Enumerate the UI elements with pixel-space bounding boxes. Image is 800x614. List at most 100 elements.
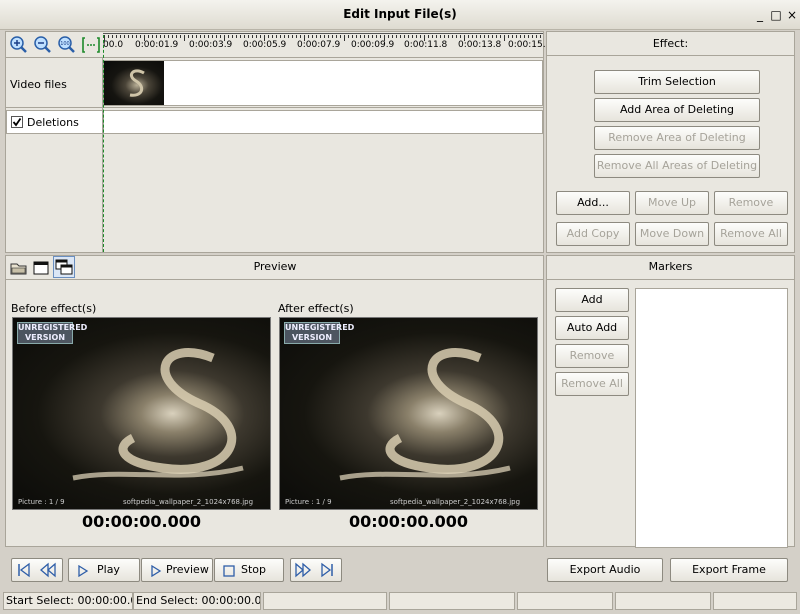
ruler-tick — [400, 35, 401, 38]
ruler-tick — [112, 35, 113, 38]
zoom-100-icon[interactable]: 100 — [57, 35, 77, 55]
ruler-tick — [476, 35, 477, 38]
ruler-tick — [352, 35, 353, 38]
ruler-tick — [336, 35, 337, 38]
ruler-tick — [536, 35, 537, 38]
ruler-label: 0:00:03.9 — [189, 40, 233, 50]
after-preview-image: UNREGISTERED VERSION Picture : 1 / 9 sof… — [279, 317, 538, 510]
deletions-track[interactable] — [103, 110, 543, 134]
ruler-tick — [128, 35, 129, 38]
remove-area-of-deleting-button[interactable]: Remove Area of Deleting — [594, 126, 760, 150]
marker-auto-add-button[interactable]: Auto Add — [555, 316, 629, 340]
ruler-tick — [192, 35, 193, 38]
effect-move-up-button[interactable]: Move Up — [635, 191, 709, 215]
preview-label: Preview — [166, 563, 209, 576]
open-folder-icon[interactable] — [9, 258, 29, 278]
ruler-tick — [272, 35, 273, 38]
ruler-tick — [364, 35, 365, 38]
ruler-tick — [488, 35, 489, 38]
ruler-tick — [480, 35, 481, 38]
effect-add-copy-button[interactable]: Add Copy — [556, 222, 630, 246]
ruler-tick — [220, 35, 221, 38]
ruler-label: 0:00:07.9 — [297, 40, 341, 50]
ruler-tick — [360, 35, 361, 38]
ruler-tick — [484, 35, 485, 38]
marker-remove-button[interactable]: Remove — [555, 344, 629, 368]
title-bar: Edit Input File(s) _ □ × — [0, 0, 800, 30]
ruler-tick — [240, 35, 241, 38]
ruler-tick — [132, 35, 133, 38]
ruler-tick — [196, 35, 197, 38]
preview-button[interactable]: Preview — [141, 558, 213, 582]
stop-button[interactable]: Stop — [214, 558, 284, 582]
ruler-tick — [404, 35, 405, 38]
fit-selection-icon[interactable] — [81, 35, 101, 55]
ruler-tick — [284, 35, 285, 38]
ruler-tick — [204, 35, 205, 38]
ruler-tick — [532, 35, 533, 38]
remove-all-areas-button[interactable]: Remove All Areas of Deleting — [594, 154, 760, 178]
marker-add-button[interactable]: Add — [555, 288, 629, 312]
ruler-tick — [448, 35, 449, 38]
effect-move-down-button[interactable]: Move Down — [635, 222, 709, 246]
video-clip-thumbnail[interactable] — [104, 61, 164, 105]
ruler-tick — [244, 35, 245, 38]
before-effects-label: Before effect(s) — [11, 302, 97, 315]
ruler-tick — [312, 35, 313, 38]
ruler-tick — [444, 35, 445, 38]
ruler-tick — [428, 35, 429, 38]
effect-add-button[interactable]: Add... — [556, 191, 630, 215]
ruler-tick — [300, 35, 301, 38]
ruler-tick — [492, 35, 493, 38]
ruler-tick — [140, 35, 141, 38]
export-frame-button[interactable]: Export Frame — [670, 558, 788, 582]
ruler-tick — [172, 35, 173, 38]
deletions-checkbox[interactable] — [11, 116, 23, 128]
effect-remove-button[interactable]: Remove — [714, 191, 788, 215]
video-track[interactable] — [103, 60, 543, 106]
go-to-start-icon[interactable] — [14, 560, 34, 580]
minimize-button[interactable]: _ — [752, 7, 768, 23]
rewind-icon[interactable] — [38, 560, 58, 580]
video-track-label: Video files — [10, 78, 67, 91]
ruler-tick — [356, 35, 357, 38]
maximize-button[interactable]: □ — [768, 7, 784, 23]
ruler-tick — [332, 35, 333, 38]
zoom-out-icon[interactable] — [33, 35, 53, 55]
ruler-tick — [320, 35, 321, 38]
play-icon — [78, 565, 89, 577]
single-view-icon[interactable] — [31, 258, 51, 278]
unregistered-watermark: UNREGISTERED VERSION — [17, 322, 88, 344]
ruler-tick — [116, 35, 117, 38]
ruler-tick — [108, 35, 109, 38]
ruler-tick — [496, 35, 497, 38]
ruler-tick — [456, 35, 457, 38]
markers-list[interactable] — [635, 288, 788, 548]
go-to-end-icon[interactable] — [317, 560, 337, 580]
marker-remove-all-button[interactable]: Remove All — [555, 372, 629, 396]
ruler-tick — [348, 35, 349, 38]
ruler-tick — [120, 35, 121, 38]
effect-remove-all-button[interactable]: Remove All — [714, 222, 788, 246]
timeline-cursor[interactable] — [103, 35, 104, 252]
ruler-tick — [524, 35, 525, 38]
close-button[interactable]: × — [784, 7, 800, 23]
status-cell — [713, 592, 797, 610]
unregistered-watermark: UNREGISTERED VERSION — [284, 322, 355, 344]
ruler-tick — [292, 35, 293, 38]
ruler-tick — [216, 35, 217, 38]
ruler-tick — [540, 35, 541, 38]
ruler-tick — [288, 35, 289, 38]
trim-selection-button[interactable]: Trim Selection — [594, 70, 760, 94]
ruler-tick — [248, 35, 249, 38]
zoom-in-icon[interactable] — [9, 35, 29, 55]
add-area-of-deleting-button[interactable]: Add Area of Deleting — [594, 98, 760, 122]
fast-forward-icon[interactable] — [293, 560, 313, 580]
ruler-tick — [124, 35, 125, 38]
play-button[interactable]: Play — [68, 558, 140, 582]
ruler-tick — [236, 35, 237, 38]
deletions-track-label: Deletions — [27, 116, 79, 129]
ruler-label: 00.0 — [103, 40, 124, 50]
export-audio-button[interactable]: Export Audio — [547, 558, 663, 582]
dual-view-icon[interactable] — [53, 256, 75, 278]
